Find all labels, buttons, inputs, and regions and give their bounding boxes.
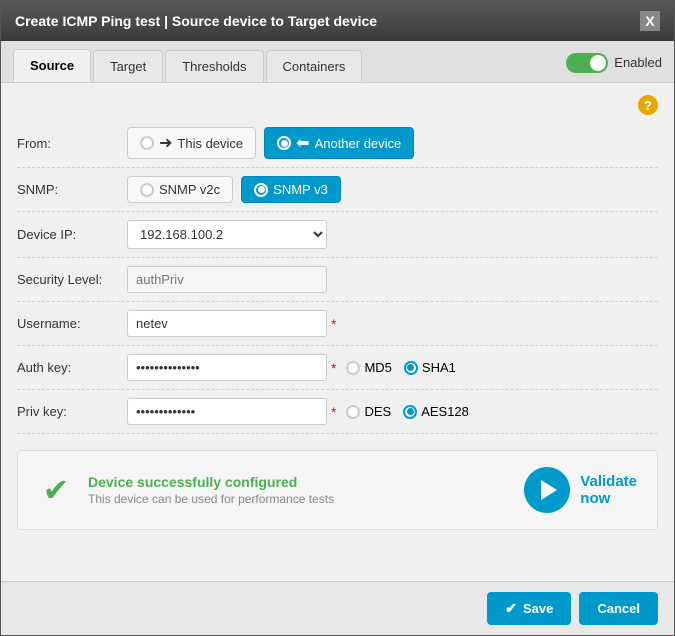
username-input[interactable]	[127, 310, 327, 337]
sha1-label: SHA1	[422, 360, 456, 375]
snmp-label: SNMP:	[17, 182, 127, 197]
auth-key-label: Auth key:	[17, 360, 127, 375]
device-ip-select[interactable]: 192.168.100.2	[127, 220, 327, 249]
snmpv2c-radio[interactable]	[140, 183, 154, 197]
auth-key-input[interactable]	[127, 354, 327, 381]
security-level-input[interactable]	[127, 266, 327, 293]
snmp-radio-group: SNMP v2c SNMP v3	[127, 176, 341, 203]
toggle-switch[interactable]	[566, 53, 608, 73]
another-device-label: Another device	[315, 136, 402, 151]
device-ip-row: Device IP: 192.168.100.2	[17, 212, 658, 258]
arrow-left-icon: ⬅	[296, 133, 309, 153]
success-subtitle: This device can be used for performance …	[88, 492, 334, 506]
username-row: Username: *	[17, 302, 658, 346]
aes128-radio[interactable]	[403, 405, 417, 419]
validate-label: Validatenow	[580, 473, 637, 507]
auth-algorithm-group: MD5 SHA1	[346, 360, 455, 375]
success-title: Device successfully configured	[88, 474, 334, 490]
md5-radio[interactable]	[346, 361, 360, 375]
this-device-label: This device	[177, 136, 243, 151]
arrow-right-icon: ➜	[159, 133, 172, 153]
priv-key-row: Priv key: * DES AES128	[17, 390, 658, 434]
tab-source[interactable]: Source	[13, 49, 91, 82]
security-level-row: Security Level:	[17, 258, 658, 302]
snmpv2c-label: SNMP v2c	[159, 182, 220, 197]
snmp-row: SNMP: SNMP v2c SNMP v3	[17, 168, 658, 212]
security-level-label: Security Level:	[17, 272, 127, 287]
play-icon	[541, 480, 557, 500]
tab-thresholds[interactable]: Thresholds	[165, 50, 263, 82]
validate-button[interactable]: Validatenow	[524, 467, 637, 513]
device-ip-label: Device IP:	[17, 227, 127, 242]
sha1-radio[interactable]	[404, 361, 418, 375]
cancel-button[interactable]: Cancel	[579, 592, 658, 625]
auth-key-row: Auth key: * MD5 SHA1	[17, 346, 658, 390]
save-check-icon: ✔	[505, 600, 517, 617]
priv-key-input[interactable]	[127, 398, 327, 425]
modal-header: Create ICMP Ping test | Source device to…	[1, 1, 674, 41]
from-label: From:	[17, 136, 127, 151]
username-required: *	[331, 316, 336, 332]
help-icon-row: ?	[17, 95, 658, 115]
aes128-radio-label[interactable]: AES128	[403, 404, 469, 419]
username-label: Username:	[17, 316, 127, 331]
modal-footer: ✔ Save Cancel	[1, 581, 674, 635]
check-icon: ✔	[38, 472, 74, 508]
enabled-label: Enabled	[614, 55, 662, 70]
priv-key-required: *	[331, 404, 336, 420]
priv-key-label: Priv key:	[17, 404, 127, 419]
help-icon[interactable]: ?	[638, 95, 658, 115]
md5-radio-label[interactable]: MD5	[346, 360, 391, 375]
snmpv3-label: SNMP v3	[273, 182, 328, 197]
md5-label: MD5	[364, 360, 391, 375]
modal-body: ? From: ➜ This device ⬅ Another device	[1, 83, 674, 581]
from-row: From: ➜ This device ⬅ Another device	[17, 119, 658, 168]
close-button[interactable]: X	[640, 11, 660, 31]
des-label: DES	[364, 404, 391, 419]
tab-containers[interactable]: Containers	[266, 50, 363, 82]
tabs-bar: Source Target Thresholds Containers Enab…	[1, 41, 674, 83]
snmpv2c-btn[interactable]: SNMP v2c	[127, 176, 233, 203]
save-button[interactable]: ✔ Save	[487, 592, 571, 625]
snmpv3-radio[interactable]	[254, 183, 268, 197]
tab-target[interactable]: Target	[93, 50, 163, 82]
from-this-device-btn[interactable]: ➜ This device	[127, 127, 256, 159]
from-another-device-btn[interactable]: ⬅ Another device	[264, 127, 414, 159]
success-left: ✔ Device successfully configured This de…	[38, 472, 334, 508]
aes128-label: AES128	[421, 404, 469, 419]
checkmark-symbol: ✔	[43, 474, 70, 506]
play-circle	[524, 467, 570, 513]
sha1-radio-label[interactable]: SHA1	[404, 360, 456, 375]
this-device-radio[interactable]	[140, 136, 154, 150]
save-label: Save	[523, 601, 553, 616]
des-radio-label[interactable]: DES	[346, 404, 391, 419]
des-radio[interactable]	[346, 405, 360, 419]
snmpv3-btn[interactable]: SNMP v3	[241, 176, 341, 203]
priv-algorithm-group: DES AES128	[346, 404, 468, 419]
from-radio-group: ➜ This device ⬅ Another device	[127, 127, 414, 159]
modal: Create ICMP Ping test | Source device to…	[0, 0, 675, 636]
success-text-group: Device successfully configured This devi…	[88, 474, 334, 506]
success-box: ✔ Device successfully configured This de…	[17, 450, 658, 530]
auth-key-required: *	[331, 360, 336, 376]
enabled-toggle[interactable]: Enabled	[566, 53, 662, 73]
another-device-radio[interactable]	[277, 136, 291, 150]
modal-title: Create ICMP Ping test | Source device to…	[15, 13, 377, 29]
